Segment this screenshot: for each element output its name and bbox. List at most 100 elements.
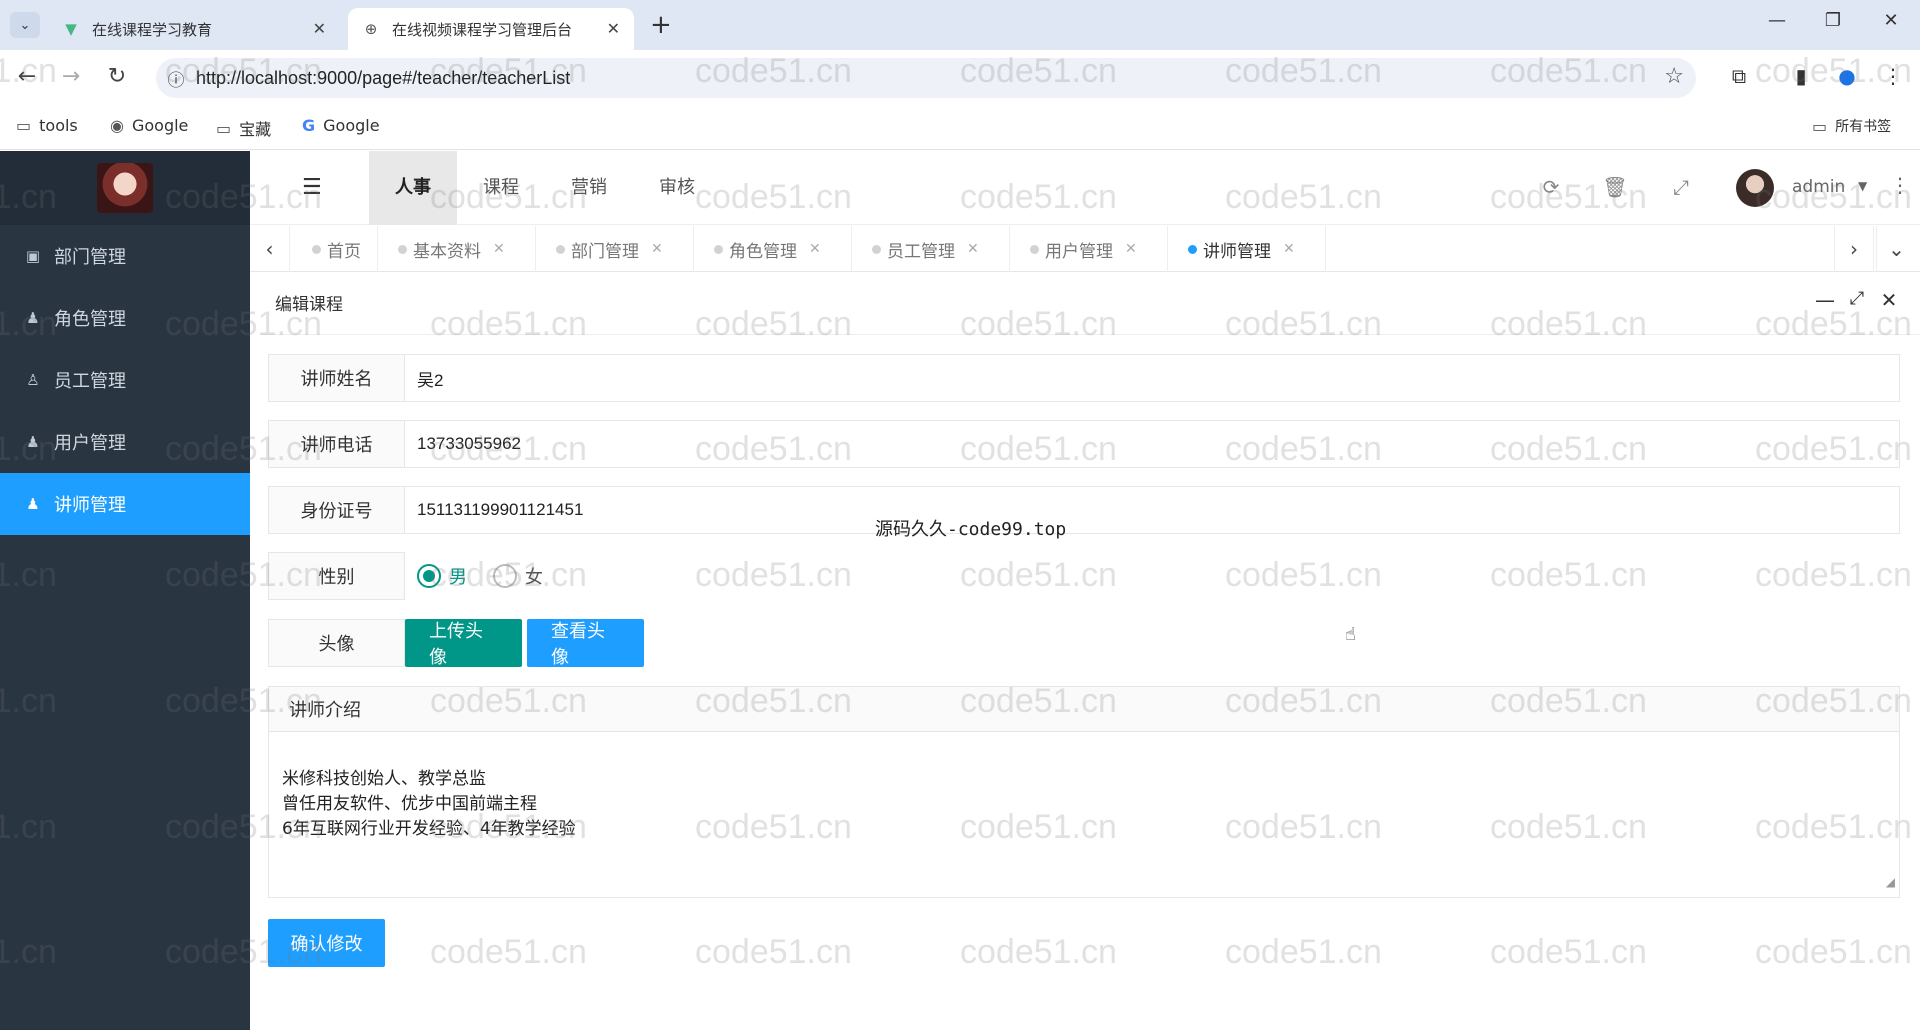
folder-icon: ▭	[1812, 116, 1828, 136]
maximize-dialog-icon[interactable]: ⤢	[1844, 288, 1870, 309]
page-tab-employee[interactable]: 员工管理 ✕	[852, 226, 1010, 272]
field-label: 性别	[268, 552, 405, 600]
tab-search-chevron-icon[interactable]: ⌄	[10, 12, 40, 38]
browser-menu-dots-icon[interactable]: ⋮	[1878, 64, 1908, 88]
forward-arrow-icon[interactable]: →	[56, 64, 86, 89]
tabs-dropdown-icon[interactable]: ⌄	[1876, 226, 1916, 272]
close-icon[interactable]: ✕	[1283, 241, 1295, 257]
field-label: 头像	[268, 619, 405, 667]
form-row-name: 讲师姓名 吴2	[268, 354, 1900, 402]
field-label: 讲师姓名	[268, 354, 405, 402]
minimize-window-icon[interactable]: —	[1762, 10, 1792, 31]
restore-window-icon[interactable]: ❐	[1818, 10, 1848, 31]
page-tab-role[interactable]: 角色管理 ✕	[694, 226, 852, 272]
id-card-input[interactable]: 151131199901121451	[405, 486, 1900, 534]
gender-radio-group: 男 女	[405, 552, 569, 600]
user-avatar[interactable]	[1736, 169, 1774, 207]
watermark-text: code51.cn	[1490, 933, 1647, 971]
teacher-name-input[interactable]: 吴2	[405, 354, 1900, 402]
watermark-text: code51.cn	[1490, 305, 1647, 343]
tabs-scroll-right-icon[interactable]: ›	[1834, 226, 1874, 272]
resize-grip-icon[interactable]: ◢	[1886, 870, 1895, 895]
close-window-icon[interactable]: ✕	[1876, 10, 1906, 31]
watermark-text: code51.cn	[960, 305, 1117, 343]
page-tab-home[interactable]: 首页	[292, 226, 378, 272]
page-tab-label: 部门管理	[571, 241, 639, 262]
site-info-icon[interactable]: ⓘ	[156, 66, 196, 91]
page-tab-department[interactable]: 部门管理 ✕	[536, 226, 694, 272]
gender-radio-male[interactable]: 男	[417, 563, 467, 589]
profile-icon[interactable]: ●	[1832, 64, 1862, 88]
all-bookmarks[interactable]: ▭ 所有书签	[1812, 116, 1891, 136]
page-tab-user[interactable]: 用户管理 ✕	[1010, 226, 1168, 272]
close-icon[interactable]: ✕	[967, 241, 979, 257]
tab-dot	[872, 244, 881, 254]
minimize-dialog-icon[interactable]: —	[1812, 288, 1838, 312]
bookmark-item[interactable]: ◉ Google	[110, 116, 188, 135]
page-tab-teacher[interactable]: 讲师管理 ✕	[1168, 226, 1326, 272]
caret-down-icon[interactable]: ▼	[1858, 179, 1867, 193]
sidebar-item-department[interactable]: ▣ 部门管理	[0, 225, 250, 287]
browser-tab-2[interactable]: ⊕ 在线视频课程学习管理后台 ✕	[348, 8, 634, 50]
sidebar-item-role[interactable]: ♟ 角色管理	[0, 287, 250, 349]
top-menu-review[interactable]: 审核	[633, 151, 721, 225]
page-tab-label: 角色管理	[729, 241, 797, 262]
close-dialog-icon[interactable]: ✕	[1876, 288, 1902, 312]
back-arrow-icon[interactable]: ←	[12, 64, 42, 89]
browser-tab-title: 在线课程学习教育	[92, 20, 213, 39]
tab-dot	[556, 244, 565, 254]
trash-icon[interactable]: 🗑	[1600, 175, 1630, 199]
url-bar[interactable]: ⓘ http://localhost:9000/page#/teacher/te…	[156, 58, 1696, 98]
refresh-icon[interactable]: ⟳	[1536, 175, 1566, 199]
top-menu-marketing[interactable]: 营销	[545, 151, 633, 225]
menu-toggle-icon[interactable]: ☰	[302, 175, 322, 200]
watermark-text: code51.cn	[430, 933, 587, 971]
close-icon[interactable]: ✕	[493, 241, 505, 257]
close-icon[interactable]: ✕	[651, 241, 663, 257]
page-tab-label: 讲师管理	[1203, 241, 1271, 262]
close-icon[interactable]: ✕	[809, 241, 821, 257]
google-g-icon: G	[302, 116, 316, 135]
browser-tab-1[interactable]: ▼ 在线课程学习教育 ✕	[48, 8, 340, 50]
confirm-edit-button[interactable]: 确认修改	[268, 919, 385, 967]
page-tab-basic-info[interactable]: 基本资料 ✕	[378, 226, 536, 272]
close-tab-icon[interactable]: ✕	[313, 19, 326, 38]
radio-unchecked-icon	[493, 564, 517, 588]
browser-tab-title: 在线视频课程学习管理后台	[392, 20, 573, 39]
upload-avatar-button[interactable]: 上传头像	[405, 619, 522, 668]
tabs-scroll-left-icon[interactable]: ‹	[250, 226, 290, 272]
watermark-text: code51.cn	[430, 305, 587, 343]
watermark-text: code51.cn	[1225, 933, 1382, 971]
field-label: 身份证号	[268, 486, 405, 534]
radio-label: 女	[525, 567, 543, 588]
view-avatar-button[interactable]: 查看头像	[527, 619, 644, 668]
bookmark-item[interactable]: ▭ 宝藏	[216, 116, 271, 140]
sidebar-item-employee[interactable]: ♙ 员工管理	[0, 349, 250, 411]
teacher-phone-input[interactable]: 13733055962	[405, 420, 1900, 468]
field-label: 讲师电话	[268, 420, 405, 468]
intro-textarea[interactable]: 米修科技创始人、教学总监 曾任用友软件、优步中国前端主程 6年互联网行业开发经验…	[268, 732, 1900, 898]
sidebar-item-teacher[interactable]: ♟ 讲师管理	[0, 473, 250, 535]
bookmark-star-icon[interactable]: ☆	[1664, 64, 1684, 89]
bookmark-item[interactable]: ▭ tools	[16, 116, 78, 135]
sidebar-item-user[interactable]: ♟ 用户管理	[0, 411, 250, 473]
user-icon: ♟	[26, 433, 40, 451]
sidebar-item-label: 角色管理	[54, 309, 126, 330]
bookmark-label: 宝藏	[239, 120, 272, 139]
all-bookmarks-label: 所有书签	[1835, 119, 1892, 135]
page-tabs-bar: ‹ 首页 基本资料 ✕ 部门管理 ✕ 角色管理 ✕ 员工管理 ✕ 用户管理 ✕ …	[250, 226, 1920, 272]
hand-cursor-icon: ☝	[1345, 624, 1356, 645]
gender-radio-female[interactable]: 女	[493, 563, 543, 589]
new-tab-plus-icon[interactable]: +	[650, 10, 672, 40]
top-menu-personnel[interactable]: 人事	[369, 151, 457, 225]
username[interactable]: admin	[1792, 177, 1845, 197]
more-dots-icon[interactable]: ⋮	[1890, 173, 1910, 197]
top-menu-course[interactable]: 课程	[457, 151, 545, 225]
close-icon[interactable]: ✕	[1125, 241, 1137, 257]
close-tab-icon[interactable]: ✕	[607, 19, 620, 38]
reload-icon[interactable]: ↻	[102, 64, 132, 89]
fullscreen-icon[interactable]: ⤢	[1666, 175, 1696, 199]
side-panel-icon[interactable]: ▮	[1786, 64, 1816, 88]
extensions-puzzle-icon[interactable]: ⧉	[1724, 64, 1754, 88]
bookmark-item[interactable]: G Google	[302, 116, 380, 135]
